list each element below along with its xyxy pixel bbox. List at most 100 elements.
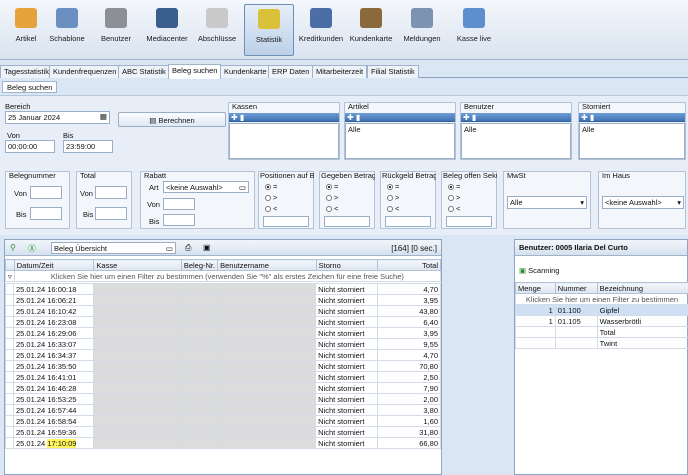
berechnen-button[interactable]: ▤ Berechnen <box>118 112 226 127</box>
col-benutzername[interactable]: Benutzername <box>217 259 317 271</box>
col-kasse[interactable]: Kasse <box>93 259 182 271</box>
rabatt-art-select[interactable]: <keine Auswahl> ▭ <box>163 181 249 193</box>
card-icon <box>360 8 382 28</box>
detail-row[interactable]: 1 01.100 Gipfel <box>515 304 688 316</box>
toolbar-statistik[interactable]: Statistik <box>244 4 294 56</box>
add-icon[interactable]: ✚ ▮ <box>461 113 476 122</box>
table-row[interactable]: 25.01.24 16:35:50 Nicht storniert 70,80 <box>5 360 441 372</box>
toolbar-meldungen[interactable]: Meldungen <box>396 4 448 56</box>
tab-erp-daten[interactable]: ERP Daten <box>268 65 314 78</box>
table-row[interactable]: 25.01.24 16:00:18 Nicht storniert 4,70 <box>5 283 441 295</box>
tab-filial-statistik[interactable]: Filial Statistik <box>367 65 419 78</box>
table-row[interactable]: 25.01.24 16:59:36 Nicht storniert 31,80 <box>5 426 441 438</box>
positionen-eq-radio[interactable]: = <box>265 182 277 191</box>
filter-row[interactable]: ▿ Klicken Sie hier um einen Filter zu bes… <box>5 270 442 282</box>
excel-icon[interactable]: Ⓧ <box>28 243 36 254</box>
filter-row-icon: ▿ <box>5 270 15 282</box>
von-time-input[interactable]: 00:00:00 <box>5 140 55 153</box>
table-row[interactable]: 25.01.24 16:58:54 Nicht storniert 1,60 <box>5 415 441 427</box>
table-row[interactable]: 25.01.24 16:23:08 Nicht storniert 6,40 <box>5 316 441 328</box>
positionen-gt-radio[interactable]: > <box>265 193 277 202</box>
table-row[interactable]: 25.01.24 16:06:21 Nicht storniert 3,95 <box>5 294 441 306</box>
col-menge[interactable]: Menge <box>515 282 556 294</box>
table-row[interactable]: 25.01.24 16:41:01 Nicht storniert 2,50 <box>5 371 441 383</box>
table-row[interactable]: 25.01.24 17:10:09 Nicht storniert 66,80 <box>5 437 441 449</box>
table-row[interactable]: 25.01.24 16:53:25 Nicht storniert 2,00 <box>5 393 441 405</box>
col-total[interactable]: Total <box>377 259 441 271</box>
col-beleg-nr[interactable]: Beleg-Nr. <box>180 259 219 271</box>
offen-input[interactable] <box>446 216 492 227</box>
mwst-select[interactable]: Alle ▾ <box>507 196 587 209</box>
offen-gt-radio[interactable]: > <box>448 193 460 202</box>
table-row[interactable]: 25.01.24 16:46:28 Nicht storniert 7,90 <box>5 382 441 394</box>
bis-time-input[interactable]: 23:59:00 <box>63 140 113 153</box>
add-icon[interactable]: ✚ ▮ <box>345 113 360 122</box>
storniert-list[interactable]: Alle <box>579 123 685 159</box>
rabatt-bis-input[interactable] <box>163 214 195 226</box>
imhaus-select[interactable]: <keine Auswahl> ▾ <box>602 196 684 209</box>
calendar-icon[interactable]: ▦ <box>100 112 107 121</box>
gegeben-input[interactable] <box>324 216 370 227</box>
view-select[interactable]: Beleg Übersicht ▭ <box>51 242 176 254</box>
offen-lt-radio[interactable]: < <box>448 204 460 213</box>
tab-kundenkarte[interactable]: Kundenkarte <box>220 65 271 78</box>
von-label: Von <box>7 131 20 140</box>
filter-icon[interactable]: ⚲ <box>10 243 16 252</box>
detail-row[interactable]: Twint <box>515 337 688 349</box>
rueckgeld-lt-radio[interactable]: < <box>387 204 399 213</box>
rueckgeld-eq-radio[interactable]: = <box>387 182 399 191</box>
filter-hint[interactable]: Klicken Sie hier um einen Filter zu best… <box>13 270 442 282</box>
date-picker[interactable]: 25 Januar 2024 ▦ <box>5 111 110 124</box>
detail-filter-hint[interactable]: Klicken Sie hier um einen Filter zu best… <box>515 293 688 305</box>
table-row[interactable]: 25.01.24 16:57:44 Nicht storniert 3,80 <box>5 404 441 416</box>
subtab-beleg-suchen[interactable]: Beleg suchen <box>2 81 58 93</box>
toolbar-kundenkarte[interactable]: Kundenkarte <box>345 4 397 56</box>
table-row[interactable]: 25.01.24 16:33:07 Nicht storniert 9,55 <box>5 338 441 350</box>
gegeben-lt-radio[interactable]: < <box>326 204 338 213</box>
offen-eq-radio[interactable]: = <box>448 182 460 191</box>
save-icon[interactable]: ▣ <box>203 243 211 252</box>
table-row[interactable]: 25.01.24 16:29:06 Nicht storniert 3,95 <box>5 327 441 339</box>
row-total: 3,95 <box>377 294 441 306</box>
table-row[interactable]: 25.01.24 16:10:42 Nicht storniert 43,80 <box>5 305 441 317</box>
toolbar-kasse-live[interactable]: Kasse live <box>448 4 500 56</box>
toolbar-abschluesse[interactable]: Abschlüsse <box>191 4 243 56</box>
positionen-lt-radio[interactable]: < <box>265 204 277 213</box>
template-icon <box>56 8 78 28</box>
tab-beleg-suchen[interactable]: Beleg suchen <box>168 64 222 79</box>
add-icon[interactable]: ✚ ▮ <box>229 113 244 122</box>
col-storno[interactable]: Storno <box>315 259 379 271</box>
tab-abc-statistik[interactable]: ABC Statistik <box>118 65 170 78</box>
col-nummer[interactable]: Nummer <box>554 282 598 294</box>
rueckgeld-gt-radio[interactable]: > <box>387 193 399 202</box>
tab-kundenfrequenzen[interactable]: Kundenfrequenzen <box>49 65 121 78</box>
row-storno: Nicht storniert <box>315 371 379 383</box>
toolbar-mediacenter[interactable]: Mediacenter <box>141 4 193 56</box>
table-row[interactable]: 25.01.24 16:34:37 Nicht storniert 4,70 <box>5 349 441 361</box>
rabatt-von-input[interactable] <box>163 198 195 210</box>
total-von-input[interactable] <box>95 186 127 199</box>
toolbar-benutzer[interactable]: Benutzer <box>90 4 142 56</box>
toolbar-schablone[interactable]: Schablone <box>41 4 93 56</box>
beleg-bis-input[interactable] <box>30 207 62 220</box>
col-bezeichnung[interactable]: Bezeichnung <box>596 282 688 294</box>
add-icon[interactable]: ✚ ▮ <box>579 113 594 122</box>
artikel-list[interactable]: Alle <box>345 123 455 159</box>
print-icon[interactable]: ⎙ <box>185 243 191 253</box>
col-datum[interactable]: Datum/Zeit <box>13 259 95 271</box>
tab-mitarbeiterzeit[interactable]: Mitarbeiterzeit <box>312 65 368 78</box>
beleg-von-input[interactable] <box>30 186 62 199</box>
toolbar-kreditkunden[interactable]: Kreditkunden <box>295 4 347 56</box>
gegeben-eq-radio[interactable]: = <box>326 182 338 191</box>
tab-tagesstatistik[interactable]: Tagesstatistik <box>0 65 54 78</box>
positionen-input[interactable] <box>263 216 309 227</box>
belegnummer-group: Belegnummer Von Bis <box>5 171 70 229</box>
rueckgeld-input[interactable] <box>385 216 431 227</box>
gegeben-gt-radio[interactable]: > <box>326 193 338 202</box>
row-storno: Nicht storniert <box>315 437 379 449</box>
benutzer-list[interactable]: Alle <box>461 123 571 159</box>
detail-row[interactable]: 1 01.105 Wasserbrötli <box>515 315 688 327</box>
kassen-list[interactable] <box>229 123 339 159</box>
total-bis-input[interactable] <box>95 207 127 220</box>
detail-row[interactable]: Total <box>515 326 688 338</box>
